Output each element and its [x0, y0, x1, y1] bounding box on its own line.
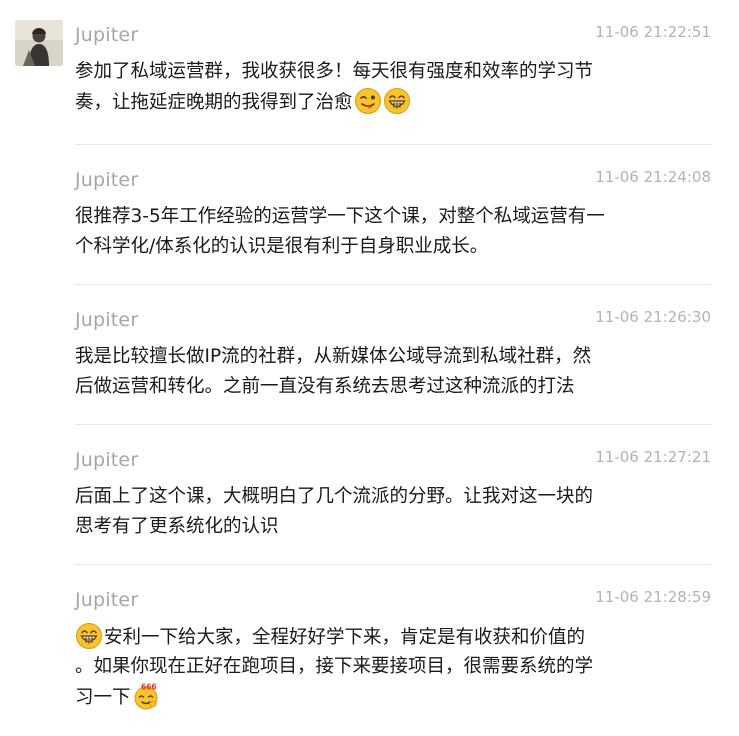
comment-timestamp: 11-06 21:24:08 — [595, 168, 711, 186]
comment-text-line: 安利一下给大家，全程好好学下来，肯定是有收获和价值的 — [104, 627, 586, 648]
comment-feed: Jupiter 11-06 21:22:51 参加了私域运营群，我收获很多！每天… — [0, 0, 739, 736]
comment-text-line: 。如果你现在正好在跑项目，接下来要接项目，很需要系统的学 — [75, 656, 594, 677]
emoji-666-label: 666 — [141, 683, 157, 692]
comment-author[interactable]: Jupiter — [75, 589, 138, 611]
comment-text: 我是比较擅长做IP流的社群，从新媒体公域导流到私域社群，然 后做运营和转化。之前… — [75, 342, 695, 402]
comment-item: Jupiter 11-06 21:27:21 后面上了这个课，大概明白了几个流派… — [0, 425, 739, 565]
grin-emoji — [75, 622, 103, 650]
comment-text-line: 我是比较擅长做IP流的社群，从新媒体公域导流到私域社群，然 — [75, 346, 592, 367]
comment-item: Jupiter 11-06 21:24:08 很推荐3-5年工作经验的运营学一下… — [0, 145, 739, 285]
grin-emoji — [383, 87, 411, 115]
comment-timestamp: 11-06 21:28:59 — [595, 588, 711, 606]
comment-text: 参加了私域运营群，我收获很多！每天很有强度和效率的学习节 奏，让拖延症晚期的我得… — [75, 57, 695, 117]
comment-text-line: 习一下 — [75, 687, 131, 708]
comment-timestamp: 11-06 21:22:51 — [595, 23, 711, 41]
comment-item: Jupiter 11-06 21:26:30 我是比较擅长做IP流的社群，从新媒… — [0, 285, 739, 425]
comment-text-line-with-emoji: 奏，让拖延症晚期的我得到了治愈 — [75, 87, 695, 117]
666-emoji: 666 — [132, 682, 160, 710]
comment-text-line: 后做运营和转化。之前一直没有系统去思考过这种流派的打法 — [75, 376, 575, 397]
comment-timestamp: 11-06 21:27:21 — [595, 448, 711, 466]
comment-timestamp: 11-06 21:26:30 — [595, 308, 711, 326]
comment-author[interactable]: Jupiter — [75, 309, 138, 331]
comment-text-line: 思考有了更系统化的认识 — [75, 516, 279, 537]
comment-text: 很推荐3-5年工作经验的运营学一下这个课，对整个私域运营有一 个科学化/体系化的… — [75, 202, 695, 262]
comment-text: 安利一下给大家，全程好好学下来，肯定是有收获和价值的 。如果你现在正好在跑项目，… — [75, 622, 695, 712]
avatar[interactable] — [15, 20, 63, 66]
comment-item: Jupiter 11-06 21:28:59 安利一下给大家，全程好好学下来，肯… — [0, 565, 739, 736]
comment-text-line: 很推荐3-5年工作经验的运营学一下这个课，对整个私域运营有一 — [75, 206, 605, 227]
comment-text-line: 奏，让拖延症晚期的我得到了治愈 — [75, 92, 353, 113]
comment-author[interactable]: Jupiter — [75, 449, 138, 471]
comment-text: 后面上了这个课，大概明白了几个流派的分野。让我对这一块的 思考有了更系统化的认识 — [75, 482, 695, 542]
comment-author[interactable]: Jupiter — [75, 169, 138, 191]
wink-tongue-emoji — [354, 87, 382, 115]
comment-text-line: 参加了私域运营群，我收获很多！每天很有强度和效率的学习节 — [75, 61, 594, 82]
comment-text-line-with-emoji: 安利一下给大家，全程好好学下来，肯定是有收获和价值的 — [75, 622, 695, 652]
comment-text-line: 后面上了这个课，大概明白了几个流派的分野。让我对这一块的 — [75, 486, 594, 507]
comment-text-line-with-emoji: 习一下 666 — [75, 682, 695, 712]
comment-text-line: 个科学化/体系化的认识是很有利于自身职业成长。 — [75, 236, 489, 257]
comment-item: Jupiter 11-06 21:22:51 参加了私域运营群，我收获很多！每天… — [0, 0, 739, 145]
comment-author[interactable]: Jupiter — [75, 24, 138, 46]
